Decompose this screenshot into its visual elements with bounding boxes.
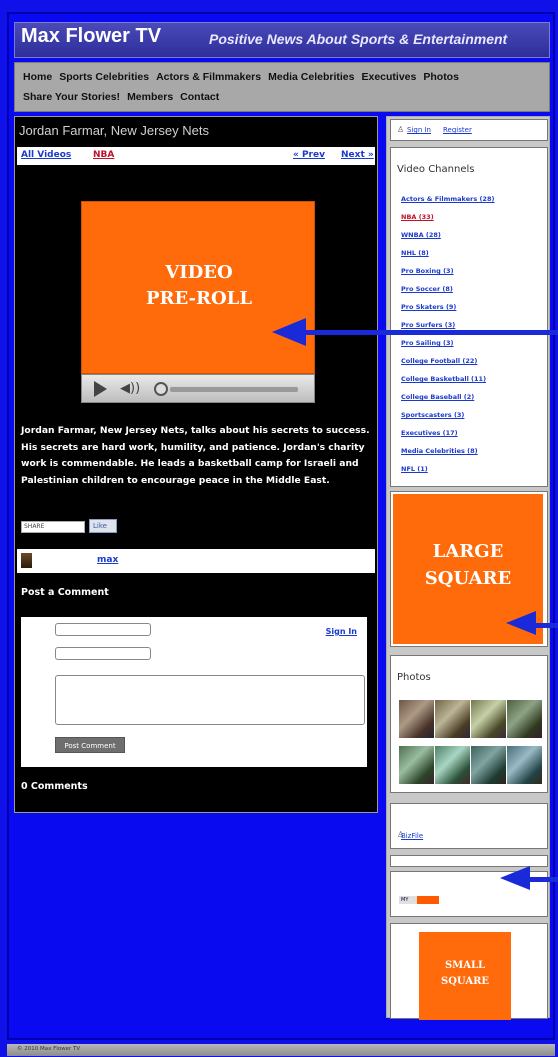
seek-bar[interactable] bbox=[170, 387, 298, 392]
channel-link[interactable]: College Football (22) bbox=[401, 354, 546, 372]
player-controls: ◀)) bbox=[81, 374, 315, 403]
post-comment-button[interactable]: Post Comment bbox=[55, 737, 125, 753]
photo-thumbnail[interactable] bbox=[507, 746, 542, 784]
channel-link[interactable]: Pro Skaters (9) bbox=[401, 300, 546, 318]
channel-link[interactable]: NHL (8) bbox=[401, 246, 546, 264]
site-title[interactable]: Max Flower TV bbox=[21, 25, 161, 48]
small-square-ad[interactable]: SMALL SQUARE bbox=[419, 932, 511, 1020]
large-square-arrow-shaft bbox=[534, 623, 558, 628]
video-panel: Jordan Farmar, New Jersey Nets All Video… bbox=[14, 116, 378, 813]
video-channels-heading: Video Channels bbox=[397, 164, 475, 175]
comment-textarea[interactable] bbox=[55, 675, 365, 725]
share-label: SHARE bbox=[24, 523, 45, 530]
video-description: Jordan Farmar, New Jersey Nets, talks ab… bbox=[21, 425, 370, 486]
register-link[interactable]: Register bbox=[443, 126, 472, 134]
nav-item-executives[interactable]: Executives bbox=[361, 71, 416, 83]
channel-link[interactable]: College Basketball (11) bbox=[401, 372, 546, 390]
channel-link[interactable]: Actors & Filmmakers (28) bbox=[401, 192, 546, 210]
video-title: Jordan Farmar, New Jersey Nets bbox=[19, 123, 210, 138]
site-tagline: Positive News About Sports & Entertainme… bbox=[209, 31, 508, 47]
email-field[interactable] bbox=[55, 647, 151, 660]
photo-thumbnail[interactable] bbox=[435, 700, 470, 738]
channel-link[interactable]: Pro Boxing (3) bbox=[401, 264, 546, 282]
photo-grid bbox=[399, 700, 547, 792]
photo-thumbnail[interactable] bbox=[507, 700, 542, 738]
nav-item-contact[interactable]: Contact bbox=[180, 91, 219, 103]
photo-thumbnail[interactable] bbox=[435, 746, 470, 784]
prev-link[interactable]: « Prev bbox=[293, 150, 325, 160]
next-link[interactable]: Next » bbox=[341, 150, 374, 160]
photos-box: Photos bbox=[390, 655, 548, 793]
small-square-arrow-icon bbox=[500, 866, 530, 890]
nav-item-share-your-stories[interactable]: Share Your Stories! bbox=[23, 91, 120, 103]
preroll-arrow-icon bbox=[272, 318, 306, 346]
large-square-arrow-icon bbox=[506, 611, 536, 635]
post-comment-heading: Post a Comment bbox=[21, 587, 109, 598]
comment-sign-in-link[interactable]: Sign In bbox=[326, 627, 357, 636]
channel-link[interactable]: Pro Soccer (8) bbox=[401, 282, 546, 300]
small-square-arrow-shaft bbox=[530, 877, 558, 882]
video-nav-bar: All Videos NBA « Prev Next » bbox=[17, 147, 375, 165]
comments-count: 0 Comments bbox=[21, 781, 88, 792]
channel-link[interactable]: NBA (33) bbox=[401, 210, 546, 228]
nav-item-sports-celebrities[interactable]: Sports Celebrities bbox=[59, 71, 149, 83]
sign-in-link[interactable]: Sign In bbox=[407, 126, 431, 134]
video-channels-box: Video Channels Actors & Filmmakers (28) N… bbox=[390, 147, 548, 487]
main-nav: Home Sports Celebrities Actors & Filmmaker… bbox=[14, 62, 550, 112]
preroll-label: VIDEO PRE-ROLL bbox=[146, 262, 252, 309]
video-player[interactable]: VIDEO PRE-ROLL ◀)) bbox=[81, 201, 315, 403]
small-square-label: SMALL SQUARE bbox=[440, 960, 490, 987]
author-link[interactable]: max bbox=[97, 555, 118, 565]
like-button[interactable]: Like bbox=[89, 519, 117, 533]
bizfile-box: ♙ BizFile bbox=[390, 803, 548, 849]
bizfile-link[interactable]: BizFile bbox=[401, 832, 423, 840]
share-button[interactable]: SHARE bbox=[21, 521, 85, 533]
nav-item-photos[interactable]: Photos bbox=[423, 71, 459, 83]
nav-row-2: Share Your Stories! Members Contact bbox=[23, 87, 541, 107]
small-square-box: SMALL SQUARE bbox=[390, 923, 548, 1020]
all-videos-link[interactable]: All Videos bbox=[21, 150, 71, 160]
site-header: Max Flower TV Positive News About Sports… bbox=[14, 22, 550, 58]
channel-link[interactable]: Executives (17) bbox=[401, 426, 546, 444]
large-square-label: LARGE SQUARE bbox=[424, 541, 512, 589]
photo-thumbnail[interactable] bbox=[471, 700, 506, 738]
channel-link[interactable]: Media Celebrities (8) bbox=[401, 444, 546, 462]
nav-item-media-celebrities[interactable]: Media Celebrities bbox=[268, 71, 354, 83]
video-preroll-ad[interactable]: VIDEO PRE-ROLL bbox=[81, 201, 315, 374]
like-label: Like bbox=[93, 522, 107, 530]
seek-knob[interactable] bbox=[154, 382, 168, 396]
nav-item-home[interactable]: Home bbox=[23, 71, 52, 83]
category-link[interactable]: NBA bbox=[93, 150, 114, 160]
channel-link[interactable]: WNBA (28) bbox=[401, 228, 546, 246]
author-bar: max bbox=[17, 549, 375, 573]
channel-link[interactable]: NFL (1) bbox=[401, 462, 546, 480]
channel-list: Actors & Filmmakers (28) NBA (33) WNBA (28… bbox=[401, 192, 546, 480]
play-icon[interactable] bbox=[94, 381, 107, 397]
channel-link[interactable]: Pro Sailing (3) bbox=[401, 336, 546, 354]
footer-copyright: © 2010 Max Flower TV bbox=[17, 1046, 81, 1052]
channel-link[interactable]: Sportscasters (3) bbox=[401, 408, 546, 426]
footer: © 2010 Max Flower TV bbox=[7, 1044, 555, 1056]
avatar[interactable] bbox=[21, 553, 32, 568]
myspace-badge[interactable]: MY bbox=[399, 896, 439, 904]
nav-item-actors-filmmakers[interactable]: Actors & Filmmakers bbox=[156, 71, 261, 83]
nav-item-members[interactable]: Members bbox=[127, 91, 173, 103]
photo-thumbnail[interactable] bbox=[399, 746, 434, 784]
channel-link[interactable]: College Baseball (2) bbox=[401, 390, 546, 408]
nav-row-1: Home Sports Celebrities Actors & Filmmaker… bbox=[23, 67, 541, 87]
photo-thumbnail[interactable] bbox=[471, 746, 506, 784]
user-icon: ♙ bbox=[397, 125, 405, 134]
comment-form: Sign In Post Comment bbox=[21, 617, 367, 767]
name-field[interactable] bbox=[55, 623, 151, 636]
volume-icon[interactable]: ◀)) bbox=[120, 381, 140, 396]
preroll-arrow-shaft bbox=[300, 330, 558, 335]
photo-thumbnail[interactable] bbox=[399, 700, 434, 738]
photos-heading: Photos bbox=[397, 672, 431, 683]
sign-in-box: ♙ Sign In Register bbox=[390, 119, 548, 141]
